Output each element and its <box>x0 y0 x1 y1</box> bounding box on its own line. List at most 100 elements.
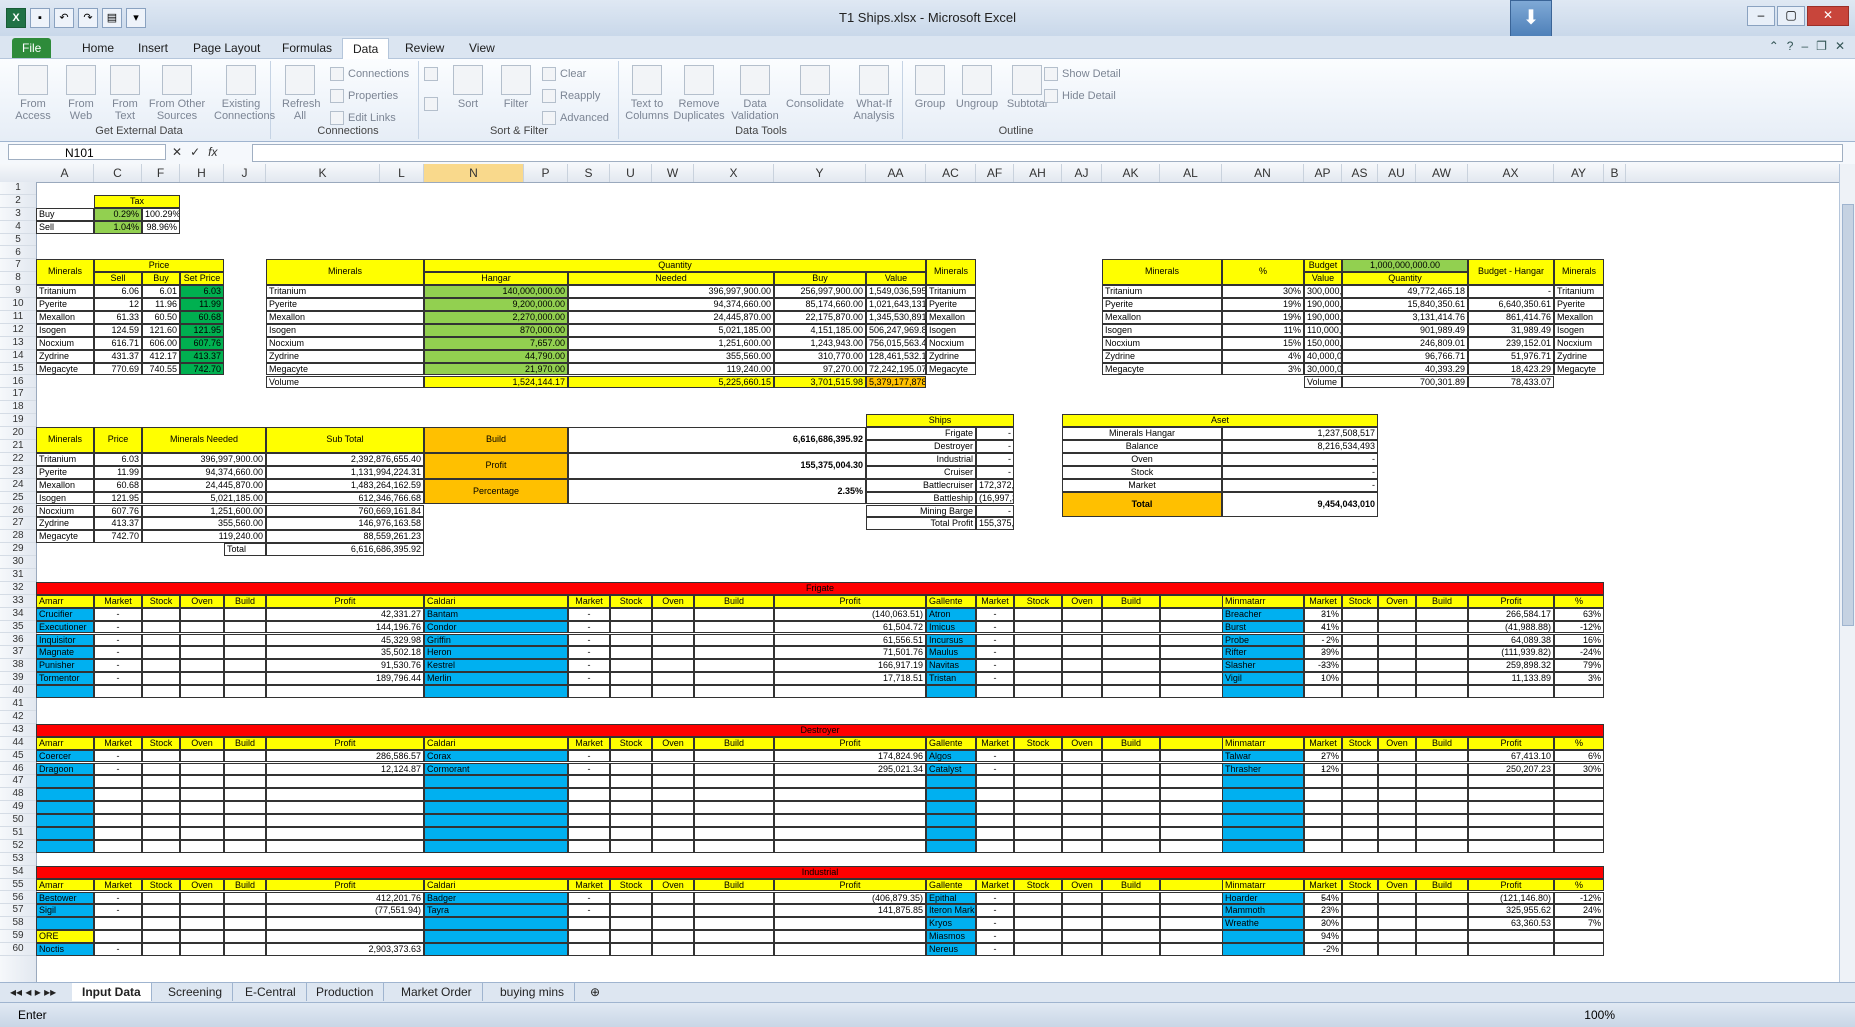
cell[interactable] <box>142 607 180 621</box>
cell[interactable]: 61.33 <box>94 311 142 324</box>
cell[interactable] <box>774 839 926 853</box>
cell[interactable] <box>36 839 94 853</box>
cell[interactable]: 1,000,000,000.00 <box>1342 259 1468 273</box>
cell[interactable] <box>1554 827 1604 840</box>
cell[interactable]: 12 <box>94 298 142 311</box>
cell[interactable]: Gallente <box>926 736 976 750</box>
cell[interactable]: Badger <box>424 891 568 905</box>
cell[interactable]: - <box>94 659 142 673</box>
cell[interactable]: 1.04% <box>94 220 142 234</box>
cell[interactable]: Profit <box>266 736 424 750</box>
cell[interactable]: Ships <box>866 414 1014 428</box>
cell[interactable]: Price <box>94 427 142 453</box>
cell[interactable]: Oven <box>1378 878 1416 892</box>
cell[interactable]: Zydrine <box>266 349 424 363</box>
cell[interactable] <box>224 891 266 905</box>
cell[interactable] <box>142 827 180 840</box>
cell[interactable] <box>1342 839 1378 853</box>
cell[interactable] <box>1102 775 1160 789</box>
column-header[interactable]: P <box>524 164 568 182</box>
row-header[interactable]: 22 <box>0 453 36 466</box>
cell[interactable] <box>1342 904 1378 918</box>
cell[interactable]: - <box>94 620 142 634</box>
cell[interactable]: - <box>1222 465 1378 479</box>
vertical-scrollbar[interactable] <box>1839 164 1855 982</box>
cell[interactable]: Total Profit <box>866 517 976 531</box>
minimize-button[interactable]: – <box>1747 6 1775 26</box>
cell[interactable] <box>694 646 774 660</box>
cell[interactable]: Tritanium <box>1554 285 1604 299</box>
cell[interactable] <box>1062 775 1102 789</box>
cell[interactable]: Profit <box>424 452 568 479</box>
cell[interactable] <box>142 633 180 647</box>
cell[interactable] <box>1416 814 1468 827</box>
cell[interactable]: Oven <box>180 594 224 608</box>
cell[interactable] <box>1304 827 1342 840</box>
cell[interactable]: 94,374,660.00 <box>142 465 266 479</box>
cell[interactable]: Industrial <box>36 865 1604 879</box>
cell[interactable] <box>180 620 224 634</box>
cell[interactable]: Build <box>424 427 568 453</box>
cell[interactable] <box>1416 839 1468 853</box>
cell[interactable]: (41,988.88) <box>1468 620 1554 634</box>
cell[interactable]: Hoarder <box>1222 891 1304 905</box>
cell[interactable] <box>1102 672 1160 686</box>
row-header[interactable]: 17 <box>0 388 36 402</box>
cell[interactable]: Destroyer <box>866 440 976 453</box>
row-header[interactable]: 20 <box>0 427 36 440</box>
cell[interactable] <box>976 685 1014 698</box>
cell[interactable] <box>180 633 224 647</box>
cell[interactable] <box>1342 943 1378 956</box>
cell[interactable]: 121.95 <box>94 491 142 505</box>
cell[interactable]: 40,000,000.00 <box>1304 349 1342 363</box>
cell[interactable] <box>224 775 266 789</box>
cell[interactable]: Pyerite <box>926 298 976 311</box>
cell[interactable]: Volume <box>1304 375 1342 389</box>
cell[interactable]: 7,657.00 <box>424 336 568 350</box>
cell[interactable] <box>1378 827 1416 840</box>
column-header[interactable]: L <box>380 164 424 182</box>
cell[interactable] <box>94 917 142 931</box>
cell[interactable]: Mexallon <box>36 311 94 324</box>
cell[interactable]: 97,270.00 <box>774 362 866 376</box>
cell[interactable] <box>142 814 180 827</box>
row-header[interactable]: 34 <box>0 608 36 621</box>
cell[interactable] <box>1062 827 1102 840</box>
cell[interactable]: Aset <box>1062 414 1378 428</box>
cell[interactable] <box>224 943 266 956</box>
row-header[interactable]: 58 <box>0 917 36 931</box>
cell[interactable]: Tritanium <box>36 452 94 466</box>
cell[interactable]: Caldari <box>424 878 568 892</box>
cell[interactable]: Quantity <box>1342 272 1468 286</box>
cell[interactable]: 40,393.29 <box>1342 362 1468 376</box>
row-header[interactable]: 43 <box>0 724 36 737</box>
cell[interactable]: Rifter <box>1222 646 1304 660</box>
cell[interactable]: Build <box>694 736 774 750</box>
cell[interactable] <box>610 659 652 673</box>
cell[interactable] <box>1304 814 1342 827</box>
cell[interactable]: Tormentor <box>36 672 94 686</box>
row-header[interactable]: 42 <box>0 711 36 724</box>
cell[interactable] <box>774 943 926 956</box>
row-header[interactable]: 6 <box>0 247 36 260</box>
cell[interactable] <box>1014 891 1062 905</box>
cell[interactable] <box>1468 775 1554 789</box>
cell[interactable]: Tayra <box>424 904 568 918</box>
cell[interactable] <box>1062 633 1102 647</box>
cell[interactable]: Oven <box>1378 594 1416 608</box>
tab-data[interactable]: Data <box>342 38 390 59</box>
row-header[interactable]: 12 <box>0 324 36 337</box>
cell[interactable]: 61,504.72 <box>774 620 926 634</box>
cell[interactable]: 1,021,643,131.51 <box>866 298 926 311</box>
cell[interactable]: % <box>1554 736 1604 750</box>
column-header[interactable]: AJ <box>1062 164 1102 182</box>
row-header[interactable]: 25 <box>0 492 36 505</box>
row-header[interactable]: 35 <box>0 621 36 634</box>
cell[interactable]: 174,824.96 <box>774 749 926 763</box>
column-header[interactable]: AU <box>1378 164 1416 182</box>
cell[interactable]: Oven <box>652 878 694 892</box>
cell[interactable]: 24,445,870.00 <box>142 478 266 492</box>
cell[interactable]: - <box>976 943 1014 956</box>
row-header[interactable]: 27 <box>0 517 36 531</box>
cell[interactable] <box>694 672 774 686</box>
